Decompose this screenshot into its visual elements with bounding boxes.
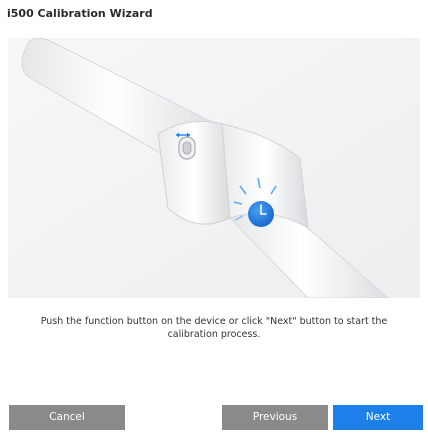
device-illustration (8, 38, 420, 298)
next-button[interactable]: Next (333, 405, 423, 430)
scanner-device-image (8, 38, 420, 298)
instruction-text: Push the function button on the device o… (40, 316, 388, 340)
cancel-button[interactable]: Cancel (9, 405, 125, 430)
calibration-wizard-dialog: i500 Calibration Wizard Push the functio… (0, 0, 428, 434)
wizard-title: i500 Calibration Wizard (7, 7, 153, 20)
slider-switch (178, 136, 196, 160)
previous-button[interactable]: Previous (222, 405, 328, 430)
